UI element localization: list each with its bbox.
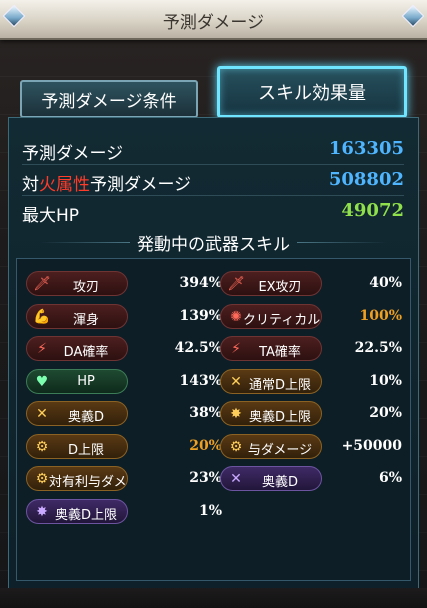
skill-badge: ⚙ 対有利与ダメ <box>26 466 128 491</box>
skill-badge: ✸ 奥義D上限 <box>220 401 322 426</box>
skill-left-0: 🗡 攻刃 394% <box>26 269 222 299</box>
skill-badge: ⚡ DA確率 <box>26 336 128 361</box>
max-hp-value: 49072 <box>341 200 404 221</box>
skill-badge: ⚡ TA確率 <box>220 336 322 361</box>
skill-name: HP <box>77 373 95 389</box>
skill-right-0: 🗡 EX攻刃 40% <box>220 269 402 299</box>
skill-value: 38% <box>189 405 222 421</box>
bottom-edge <box>0 588 427 608</box>
predicted-damage-label: 予測ダメージ <box>22 144 124 164</box>
skill-value: 100% <box>359 307 402 324</box>
fire-damage-prefix: 対 <box>22 175 39 195</box>
skill-left-2: ⚡ DA確率 42.5% <box>26 334 222 364</box>
skill-badge: ✕ 奥義D <box>220 466 322 491</box>
skill-value: 6% <box>378 470 402 486</box>
skill-value: +50000 <box>341 437 402 454</box>
skill-badge: ✸ 奥義D上限 <box>26 498 128 524</box>
modal-title: 予測ダメージ <box>162 13 265 33</box>
skill-right-3: ✕ 通常D上限 10% <box>220 367 402 397</box>
skill-name: 奥義D上限 <box>248 410 311 425</box>
skill-left-7: ✸ 奥義D上限 1% <box>26 497 222 527</box>
skill-value: 23% <box>189 470 222 486</box>
skill-left-5: ⚙ D上限 20% <box>26 432 222 462</box>
fire-element-label: 火属性 <box>39 175 90 195</box>
max-hp-label: 最大HP <box>22 206 80 226</box>
skill-badge: ✕ 奥義D <box>26 401 128 426</box>
skill-name: 通常D上限 <box>248 377 311 393</box>
skill-left-4: ✕ 奥義D 38% <box>26 399 222 429</box>
skill-left-3: ♥ HP 143% <box>26 367 222 397</box>
skill-left-6: ⚙ 対有利与ダメ 23% <box>26 464 222 494</box>
skill-name: 対有利与ダメ <box>49 475 127 490</box>
skill-name: 奥義D上限 <box>54 507 117 523</box>
skill-value: 42.5% <box>174 340 222 356</box>
skill-right-5: ⚙ 与ダメージ +50000 <box>220 432 402 462</box>
skill-name: 与ダメージ <box>247 442 313 458</box>
skill-badge: ✕ 通常D上限 <box>220 368 322 394</box>
predicted-damage-row: 予測ダメージ 163305 <box>22 136 404 165</box>
skill-right-2: ⚡ TA確率 22.5% <box>220 334 402 364</box>
skill-name: EX攻刃 <box>258 280 302 295</box>
fire-damage-row: 対火属性予測ダメージ 508802 <box>22 167 404 196</box>
skill-name: 渾身 <box>72 312 99 328</box>
skill-right-4: ✸ 奥義D上限 20% <box>220 399 402 429</box>
skill-name: DA確率 <box>63 345 109 360</box>
predicted-damage-value: 163305 <box>328 138 404 159</box>
skill-badge: 🗡 EX攻刃 <box>220 271 322 296</box>
fire-damage-suffix: 予測ダメージ <box>90 175 192 195</box>
section-title: 発動中の武器スキル <box>0 230 427 255</box>
skill-name: クリティカル <box>243 312 321 328</box>
tab-damage-conditions[interactable]: 予測ダメージ条件 <box>20 80 198 118</box>
skill-name: D上限 <box>67 442 104 458</box>
skill-value: 20% <box>189 437 222 454</box>
skill-badge: ✺ クリティカル <box>220 303 322 329</box>
skill-value: 10% <box>369 372 402 389</box>
title-bar: 予測ダメージ <box>0 0 427 40</box>
skill-value: 22.5% <box>354 340 402 356</box>
skill-right-6: ✕ 奥義D 6% <box>220 464 402 494</box>
skill-value: 20% <box>369 405 402 421</box>
max-hp-row: 最大HP 49072 <box>22 198 404 226</box>
skill-name: 奥義D <box>67 410 104 425</box>
skill-badge: ⚙ 与ダメージ <box>220 433 322 459</box>
skill-value: 40% <box>369 275 402 291</box>
fire-damage-label: 対火属性予測ダメージ <box>22 170 191 195</box>
fire-damage-value: 508802 <box>328 169 404 190</box>
skill-value: 394% <box>179 275 222 291</box>
skill-left-1: 💪 渾身 139% <box>26 302 222 332</box>
skill-value: 143% <box>179 372 222 389</box>
skill-name: 攻刃 <box>72 280 99 295</box>
skill-name: TA確率 <box>259 345 301 360</box>
skill-right-1: ✺ クリティカル 100% <box>220 302 402 332</box>
tab-skill-effects[interactable]: スキル効果量 <box>217 66 407 118</box>
skill-badge: 🗡 攻刃 <box>26 271 128 296</box>
skill-badge: ⚙ D上限 <box>26 433 128 459</box>
skill-value: 139% <box>179 307 222 324</box>
skill-badge: ♥ HP <box>26 368 128 394</box>
skill-name: 奥義D <box>261 475 298 490</box>
skill-value: 1% <box>198 502 222 519</box>
skill-badge: 💪 渾身 <box>26 303 128 329</box>
